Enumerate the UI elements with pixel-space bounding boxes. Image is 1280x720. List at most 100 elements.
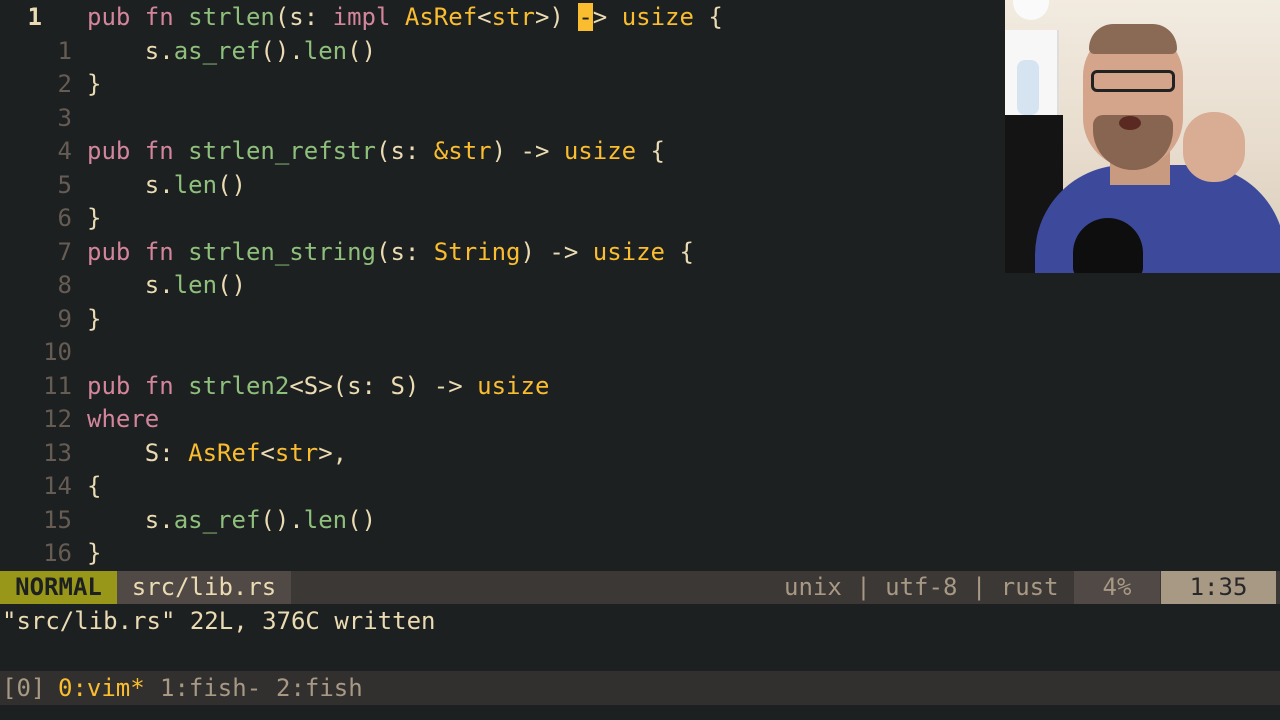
line-number: 13 — [43, 438, 72, 467]
tmux-window-2[interactable]: 2:fish — [276, 671, 363, 705]
code-token: } — [87, 204, 102, 232]
code-token: len — [303, 505, 348, 534]
line-number: 1 — [57, 36, 72, 65]
code-token: >, — [318, 438, 348, 467]
line-number: 3 — [57, 103, 72, 132]
code-token: >) — [534, 3, 579, 31]
mode-indicator: NORMAL — [0, 571, 117, 604]
code-token: pub fn — [87, 371, 189, 400]
code-token: s. — [87, 170, 174, 199]
code-token: (s: — [274, 3, 333, 31]
code-token: (s: — [376, 237, 434, 266]
code-token: { — [87, 472, 102, 500]
code-token: pub fn — [87, 137, 189, 165]
code-token: as_ref — [173, 36, 261, 65]
code-token: usize — [563, 137, 637, 165]
code-text: s.len() — [87, 269, 246, 303]
tmux-session: [0] — [2, 674, 46, 702]
figurine — [1017, 60, 1039, 115]
code-token: (s: — [376, 137, 434, 165]
code-text: } — [87, 303, 101, 337]
code-token: strlen2 — [188, 371, 290, 400]
code-token: () — [217, 170, 246, 199]
status-percent: 4% — [1074, 571, 1160, 604]
code-text: S: AsRef<str>, — [87, 437, 347, 471]
code-text: pub fn strlen2<S>(s: S) -> usize — [87, 370, 549, 404]
lamp — [1013, 0, 1049, 20]
code-text: } — [87, 68, 101, 102]
code-text: } — [87, 537, 101, 570]
code-token: where — [87, 405, 160, 433]
code-token: strlen_string — [188, 237, 376, 266]
code-token: } — [87, 304, 102, 333]
code-token: pub fn — [87, 237, 189, 266]
code-token: as_ref — [173, 505, 261, 534]
presenter-hair — [1089, 24, 1177, 54]
presenter-mouth — [1119, 116, 1141, 130]
code-token: s. — [87, 271, 174, 299]
line-number: 5 — [57, 170, 72, 199]
code-token: impl — [332, 3, 405, 31]
tmux-window-1[interactable]: 1:fish- — [160, 671, 261, 705]
presenter-glasses — [1091, 70, 1175, 92]
line-number: 6 — [57, 204, 72, 232]
code-token: strlen — [188, 3, 275, 31]
line-number: 4 — [57, 137, 72, 165]
code-token: > — [592, 3, 622, 31]
code-text: s.as_ref().len() — [87, 504, 376, 538]
code-token: <S>(s: S) -> — [289, 371, 478, 400]
tmux-statusbar: [0] 0:vim* 1:fish- 2:fish — [0, 671, 1280, 705]
code-token: pub fn — [87, 3, 189, 31]
code-token: len — [303, 36, 348, 65]
code-text: { — [87, 470, 101, 504]
code-token: usize — [477, 371, 550, 400]
code-token: s. — [87, 505, 174, 534]
code-token: AsRef — [404, 3, 478, 31]
code-token: { — [693, 3, 723, 31]
line-number: 15 — [43, 505, 72, 534]
code-text: } — [87, 202, 101, 236]
code-token: (). — [260, 505, 304, 534]
code-token: S: — [87, 438, 189, 467]
bottom-bar — [0, 705, 1280, 720]
code-token: } — [87, 70, 102, 98]
code-token: str — [491, 3, 535, 31]
line-number: 9 — [57, 304, 72, 333]
code-token: () — [347, 505, 377, 534]
command-line[interactable]: "src/lib.rs" 22L, 376C written — [2, 604, 435, 638]
code-token: < — [260, 438, 275, 467]
code-token: < — [477, 3, 492, 31]
code-token: () — [217, 271, 246, 299]
code-token: (). — [260, 36, 304, 65]
text-cursor: - — [578, 3, 593, 31]
code-token: len — [173, 170, 218, 199]
line-number: 12 — [43, 405, 72, 433]
code-token: String — [433, 237, 521, 266]
code-text: pub fn strlen(s: impl AsRef<str>) -> usi… — [87, 1, 723, 35]
line-number: 10 — [43, 338, 72, 366]
code-text: s.as_ref().len() — [87, 35, 376, 69]
line-number: 11 — [43, 371, 72, 400]
line-number: 16 — [43, 539, 72, 567]
code-token: () — [347, 36, 377, 65]
code-token: strlen_refstr — [188, 137, 376, 165]
status-fileinfo: unix | utf-8 | rust — [784, 573, 1059, 601]
code-token: ) -> — [491, 137, 564, 165]
code-text: where — [87, 403, 159, 437]
line-number: 14 — [43, 472, 72, 500]
code-token: s. — [87, 36, 174, 65]
code-token: &str — [433, 137, 492, 165]
tmux-window-0[interactable]: 0:vim* — [58, 671, 145, 705]
vim-statusline: NORMAL src/lib.rs unix | utf-8 | rust 4%… — [0, 571, 1280, 604]
code-token: ) -> — [520, 237, 593, 266]
code-text: s.len() — [87, 169, 246, 203]
code-text: pub fn strlen_refstr(s: &str) -> usize { — [87, 135, 665, 169]
status-cursor-position: 1:35 — [1161, 571, 1276, 604]
line-number: 2 — [57, 70, 72, 98]
line-number: 1 — [27, 3, 42, 31]
webcam-overlay — [1005, 0, 1280, 273]
line-number: 8 — [57, 271, 72, 299]
code-text: pub fn strlen_string(s: String) -> usize… — [87, 236, 694, 270]
code-token: len — [173, 271, 218, 299]
line-number: 7 — [57, 237, 72, 266]
